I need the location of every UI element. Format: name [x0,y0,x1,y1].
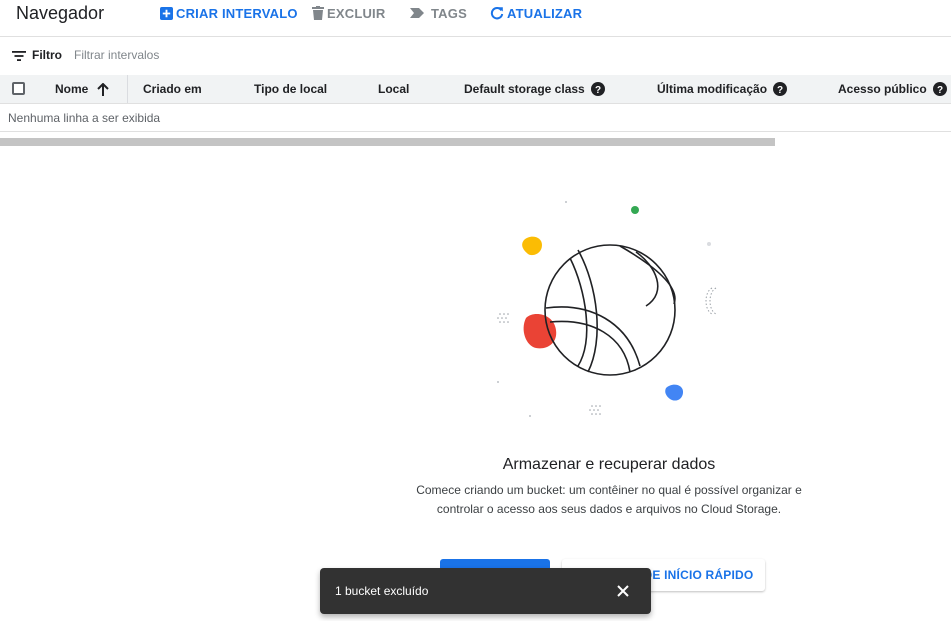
page-title: Navegador [16,3,105,23]
empty-state-title: Armazenar e recuperar dados [502,456,716,473]
column-created-label: Criado em [143,82,202,96]
column-header-location-type[interactable]: Tipo de local [254,82,327,96]
empty-state-description: Comece criando um bucket: um contêiner n… [416,483,802,516]
column-location-type-label: Tipo de local [254,82,328,96]
arrow-up-icon [97,82,110,96]
horizontal-scrollbar[interactable] [0,138,775,146]
column-header-modified[interactable]: Última modificação ? [657,82,788,96]
storage-planet-illustration [497,201,717,417]
select-all-checkbox[interactable] [12,82,25,95]
column-name-label: Nome [55,82,89,96]
column-header-storage-class[interactable]: Default storage class ? [464,82,605,96]
column-header-location[interactable]: Local [378,82,409,96]
snackbar: 1 bucket excluído [320,568,651,614]
close-icon[interactable] [616,584,630,598]
column-header-created[interactable]: Criado em [143,82,202,96]
filter-bar: Filtro [0,37,951,75]
column-public-access-label: Acesso público [838,82,927,96]
column-header-name[interactable]: Nome [55,82,110,96]
filter-label: Filtro [32,48,62,62]
snackbar-message: 1 bucket excluído [335,584,429,598]
svg-text:?: ? [937,85,943,96]
empty-table-message: Nenhuma linha a ser exibida [8,111,161,125]
empty-table-row: Nenhuma linha a ser exibida [0,104,951,132]
tag-icon [410,8,424,18]
help-icon[interactable]: ? [932,82,947,96]
table-header: Nome Criado em Tipo de local Local Defau… [0,75,951,104]
column-storage-class-label: Default storage class [464,82,585,96]
svg-text:?: ? [595,85,601,96]
column-location-label: Local [378,82,410,96]
refresh-label: ATUALIZAR [507,5,583,21]
column-header-public-access[interactable]: Acesso público ? [838,82,947,96]
delete-label: EXCLUIR [327,5,386,21]
filter-input[interactable] [74,46,374,64]
refresh-button[interactable]: ATUALIZAR [490,5,582,21]
quickstart-guide-label: DE INÍCIO RÁPIDO [643,568,754,582]
column-modified-label: Última modificação [657,82,768,96]
trash-icon [312,6,324,20]
create-bucket-label: CRIAR INTERVALO [176,5,298,21]
help-icon[interactable]: ? [590,82,605,96]
create-bucket-button[interactable]: CRIAR INTERVALO [160,5,298,21]
filter-icon [12,51,26,61]
add-box-icon [160,6,173,20]
delete-button[interactable]: EXCLUIR [312,5,385,21]
tags-button[interactable]: TAGS [410,5,467,21]
toolbar: Navegador CRIAR INTERVALO EXCLUIR TAGS A… [0,0,951,37]
svg-text:?: ? [777,85,783,96]
refresh-icon [490,7,504,20]
tags-label: TAGS [431,5,467,21]
help-icon[interactable]: ? [773,82,788,96]
column-divider[interactable] [127,75,128,103]
